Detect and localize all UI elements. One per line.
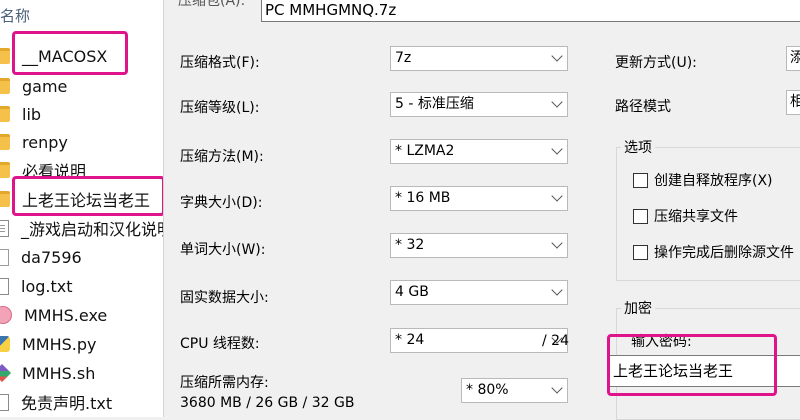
folder-icon [0,134,10,150]
format-select[interactable]: 7z [390,46,568,71]
cpu-threads-total: / 24 [542,333,569,349]
folder-icon [0,78,10,94]
update-mode-select[interactable]: 添 [786,46,800,71]
file-name: da7596 [21,247,82,267]
file-row[interactable]: MMHS.exe [0,303,163,327]
chevron-down-icon [551,50,563,62]
options-title: 选项 [621,137,655,157]
sfx-checkbox[interactable] [633,172,648,188]
solid-block-value: 4 GB [395,284,429,300]
file-name: _游戏启动和汉化说明 [21,220,163,239]
level-value: 5 - 标准压缩 [395,96,474,112]
path-mode-value: 相 [790,94,800,110]
chevron-down-icon [551,143,563,155]
chevron-down-icon [551,96,563,108]
memory-percent-select[interactable]: * 80% [461,378,568,403]
document-icon [0,219,9,237]
file-row[interactable]: game [0,74,163,98]
solid-block-label: 固实数据大小: [180,290,269,306]
path-mode-select[interactable]: 相 [786,90,800,115]
shell-script-icon [0,363,12,383]
shared-files-checkbox-label: 压缩共享文件 [654,209,738,225]
text-file-icon [0,393,9,411]
folder-icon [0,106,10,122]
file-row[interactable]: log.txt [0,274,163,298]
file-row[interactable]: 免责声明.txt [0,390,163,414]
folder-icon [0,48,10,64]
file-row[interactable]: _游戏启动和汉化说明 [0,216,163,240]
file-name: 免责声明.txt [21,394,113,413]
file-row[interactable]: MMHS.py [0,332,163,356]
delete-after-checkbox[interactable] [633,244,648,260]
level-select[interactable]: 5 - 标准压缩 [390,92,568,117]
memory-percent-value: * 80% [466,382,509,398]
shared-files-checkbox-row[interactable]: 压缩共享文件 [633,206,738,226]
file-row[interactable]: lib [0,102,163,126]
file-name: MMHS.py [22,334,97,354]
highlight-box [12,31,128,75]
highlight-box [12,176,163,216]
path-mode-label: 路径模式 [615,99,671,115]
cpu-threads-label: CPU 线程数: [180,336,260,352]
method-value: * LZMA2 [395,143,455,159]
text-file-icon [0,277,9,295]
file-explorer-panel: 名称 __MACOSX game lib renpy 必看说明 上老王论坛当老王… [0,0,163,417]
shared-files-checkbox[interactable] [633,208,648,224]
file-name: game [22,76,68,96]
format-value: 7z [395,50,412,66]
level-label: 压缩等级(L): [180,100,260,116]
file-row[interactable]: MMHS.sh [0,361,163,385]
update-mode-value: 添 [790,50,800,66]
dictionary-select[interactable]: * 16 MB [390,186,568,211]
file-icon [0,248,9,266]
sfx-checkbox-row[interactable]: 创建自释放程序(X) [633,170,773,190]
word-size-value: * 32 [395,237,425,253]
highlight-box [607,334,777,396]
sfx-checkbox-label: 创建自释放程序(X) [654,173,773,189]
cpu-threads-value: * 24 [395,332,425,348]
python-icon [0,336,10,352]
exe-icon [0,306,12,324]
archive-name-input[interactable]: PC MMHGMNQ.7z [261,0,800,22]
file-name: MMHS.exe [24,305,108,325]
memory-label: 压缩所需内存: [180,375,269,391]
method-select[interactable]: * LZMA2 [390,139,568,164]
format-label: 压缩格式(F): [180,55,260,71]
chevron-down-icon [551,190,563,202]
delete-after-checkbox-label: 操作完成后删除源文件 [654,245,794,261]
dictionary-value: * 16 MB [395,190,451,206]
archive-label: 压缩包(A): [178,0,246,9]
dictionary-label: 字典大小(D): [180,195,263,211]
method-label: 压缩方法(M): [180,149,264,165]
folder-icon [0,162,10,178]
file-name: MMHS.sh [22,363,96,383]
word-size-select[interactable]: * 32 [390,233,568,258]
add-to-archive-dialog: 压缩包(A): PC MMHGMNQ.7z 压缩格式(F): 7z 压缩等级(L… [163,0,800,420]
chevron-down-icon [551,284,563,296]
file-name: renpy [22,132,68,152]
file-row[interactable]: renpy [0,130,163,154]
encryption-title: 加密 [621,298,655,318]
delete-after-checkbox-row[interactable]: 操作完成后删除源文件 [633,242,794,262]
chevron-down-icon [551,237,563,249]
folder-icon [0,191,10,207]
solid-block-select[interactable]: 4 GB [390,280,568,305]
word-size-label: 单词大小(W): [180,242,266,258]
update-mode-label: 更新方式(U): [615,55,697,71]
file-name: log.txt [21,276,73,296]
chevron-down-icon [551,382,563,394]
file-row[interactable]: da7596 [0,245,163,269]
column-header-name[interactable]: 名称 [0,5,163,27]
memory-usage-value: 3680 MB / 26 GB / 32 GB [180,395,355,411]
file-name: lib [22,104,42,124]
